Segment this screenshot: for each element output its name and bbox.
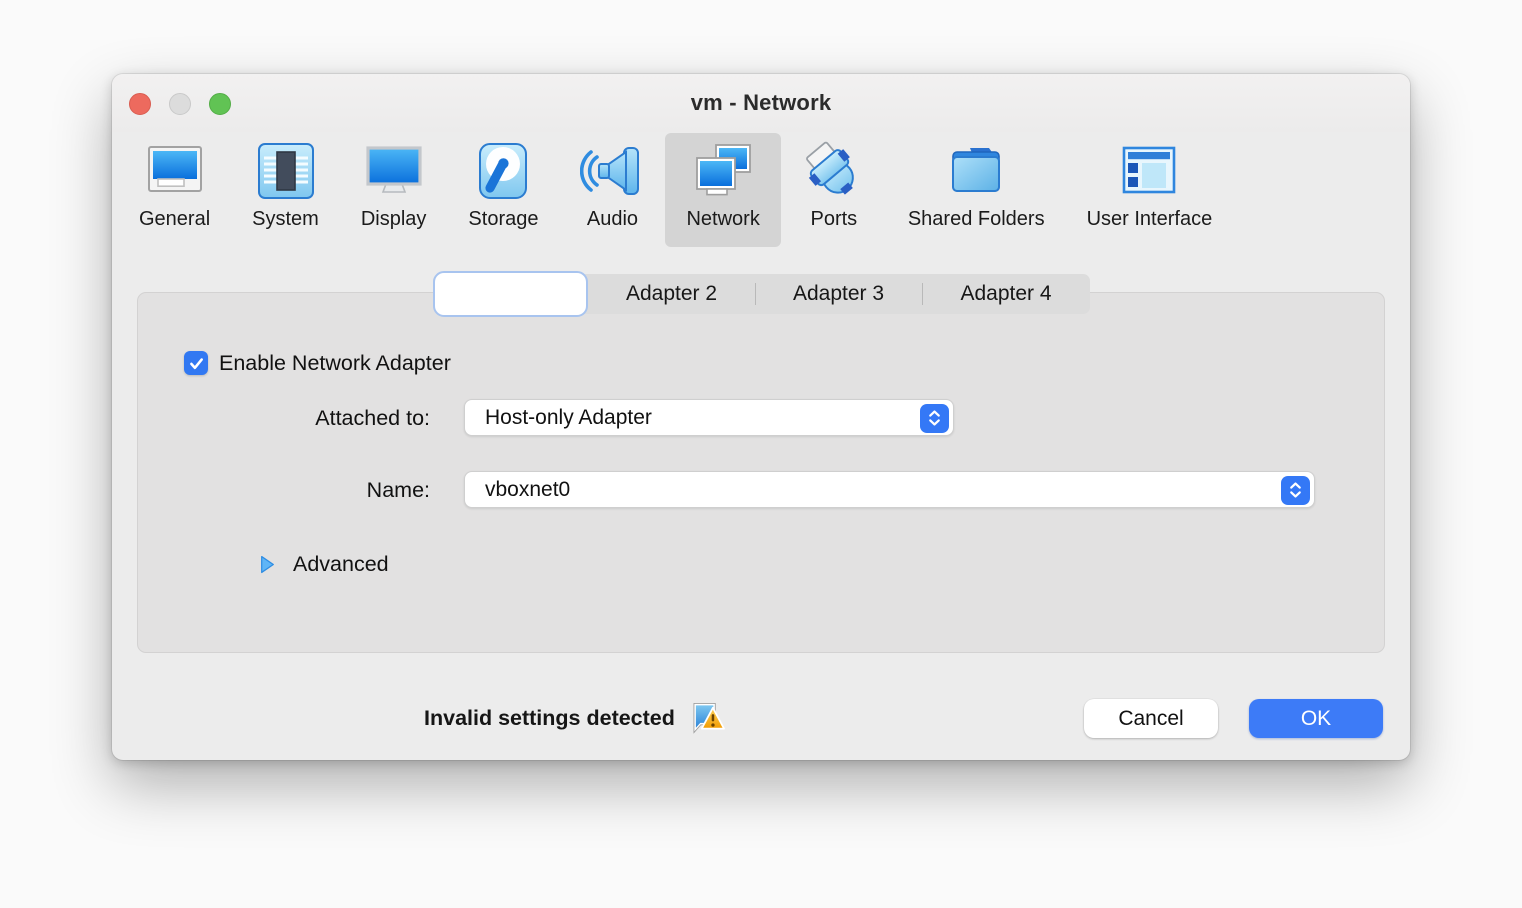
window-title: vm - Network bbox=[112, 90, 1410, 116]
hard-disk-icon bbox=[471, 139, 535, 203]
monitor-general-icon bbox=[143, 139, 207, 203]
enable-network-adapter-label: Enable Network Adapter bbox=[219, 351, 451, 376]
toolbar-label: System bbox=[252, 208, 319, 231]
toolbar-label: General bbox=[139, 208, 210, 231]
attached-to-select[interactable]: Host-only Adapter bbox=[464, 399, 954, 436]
tab-label: Adapter 3 bbox=[793, 282, 884, 306]
toolbar-item-user-interface[interactable]: User Interface bbox=[1066, 133, 1234, 247]
settings-window: vm - Network General System bbox=[112, 74, 1410, 760]
folder-icon bbox=[944, 139, 1008, 203]
toolbar-item-ports[interactable]: Ports bbox=[781, 133, 887, 247]
port-connector-icon bbox=[802, 139, 866, 203]
tab-separator bbox=[755, 283, 756, 305]
settings-toolbar: General System Display bbox=[118, 132, 1404, 250]
attached-to-value: Host-only Adapter bbox=[465, 406, 652, 430]
toolbar-item-display[interactable]: Display bbox=[340, 133, 448, 247]
network-monitors-icon bbox=[691, 139, 755, 203]
popup-stepper-icon bbox=[1281, 476, 1310, 505]
tab-adapter-1[interactable] bbox=[433, 271, 588, 317]
toolbar-item-network[interactable]: Network bbox=[665, 133, 780, 247]
adapter-tabs: Adapter 2 Adapter 3 Adapter 4 bbox=[433, 274, 1090, 314]
toolbar-label: Audio bbox=[587, 208, 638, 231]
display-icon bbox=[362, 139, 426, 203]
advanced-label: Advanced bbox=[293, 552, 389, 577]
toolbar-label: Ports bbox=[811, 208, 858, 231]
tab-adapter-3[interactable]: Adapter 3 bbox=[755, 274, 922, 314]
name-select[interactable]: vboxnet0 bbox=[464, 471, 1315, 508]
attached-to-label: Attached to: bbox=[172, 406, 430, 431]
name-value: vboxnet0 bbox=[465, 478, 570, 502]
warning-icon bbox=[692, 701, 725, 735]
status-message: Invalid settings detected bbox=[424, 700, 725, 736]
toolbar-label: Shared Folders bbox=[908, 208, 1045, 231]
invalid-settings-text: Invalid settings detected bbox=[424, 706, 675, 731]
ok-button[interactable]: OK bbox=[1249, 699, 1383, 738]
window-layout-icon bbox=[1117, 139, 1181, 203]
toolbar-item-shared-folders[interactable]: Shared Folders bbox=[887, 133, 1066, 247]
toolbar-label: Storage bbox=[468, 208, 538, 231]
enable-network-adapter-checkbox[interactable] bbox=[184, 351, 208, 375]
tab-label: Adapter 4 bbox=[960, 282, 1051, 306]
toolbar-item-audio[interactable]: Audio bbox=[559, 133, 665, 247]
name-label: Name: bbox=[172, 478, 430, 503]
toolbar-label: Network bbox=[686, 208, 759, 231]
checkmark-icon bbox=[187, 354, 206, 373]
tab-adapter-4[interactable]: Adapter 4 bbox=[922, 274, 1090, 314]
tab-adapter-2[interactable]: Adapter 2 bbox=[588, 274, 755, 314]
speaker-icon bbox=[580, 139, 644, 203]
popup-stepper-icon bbox=[920, 404, 949, 433]
disclosure-triangle-icon bbox=[260, 555, 275, 574]
toolbar-item-general[interactable]: General bbox=[118, 133, 231, 247]
chip-icon bbox=[254, 139, 318, 203]
tab-separator bbox=[922, 283, 923, 305]
toolbar-label: User Interface bbox=[1087, 208, 1213, 231]
cancel-button[interactable]: Cancel bbox=[1084, 699, 1218, 738]
toolbar-item-system[interactable]: System bbox=[231, 133, 340, 247]
toolbar-item-storage[interactable]: Storage bbox=[447, 133, 559, 247]
tab-label: Adapter 2 bbox=[626, 282, 717, 306]
toolbar-label: Display bbox=[361, 208, 427, 231]
title-bar: vm - Network bbox=[112, 74, 1410, 132]
advanced-disclosure[interactable]: Advanced bbox=[260, 552, 389, 577]
